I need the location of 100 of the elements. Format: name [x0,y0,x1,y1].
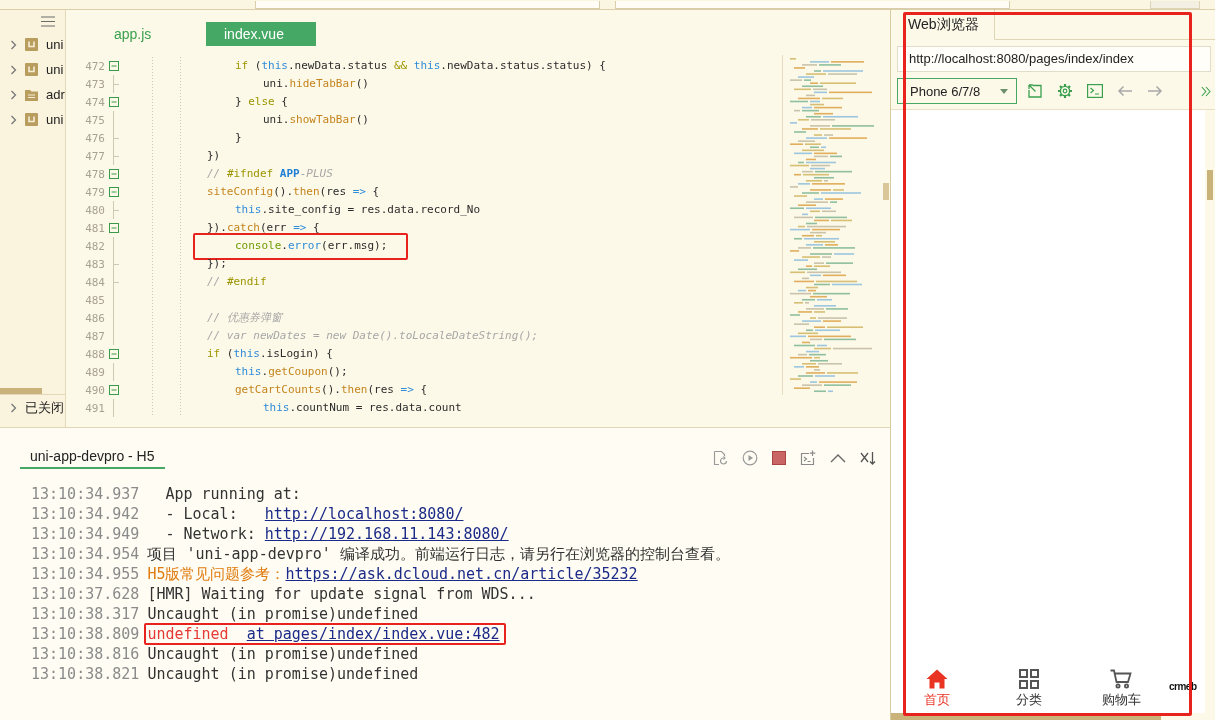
device-select[interactable]: Phone 6/7/8 [897,78,1017,104]
code-line: if (this.newData.status && this.newData.status.status) { [234,59,606,72]
log-time: 13:10:38.816 [31,644,140,664]
folder-icon [25,88,38,101]
chevron-right-icon[interactable] [10,39,17,50]
play-circle-icon[interactable] [742,449,758,466]
log-time: 13:10:38.821 [31,664,140,684]
line-number: 490 [84,383,105,397]
log-message: - Network: [164,524,257,544]
code-line: uni.showTabBar() [262,113,369,126]
log-link[interactable]: at pages/index/index.vue:482 [246,625,500,643]
scrollbar-thumb[interactable] [1207,170,1213,200]
log-link[interactable]: https://ask.dcloud.net.cn/article/35232 [285,564,638,584]
code-line: } else { [234,95,288,108]
log-time: 13:10:34.942 [31,504,140,524]
tab-bar-item[interactable]: 首页 [891,664,983,713]
fold-icon[interactable] [109,97,119,107]
chevron-up-icon[interactable] [830,452,846,463]
chevron-right-icon[interactable] [10,64,17,75]
line-number: 482 [84,239,105,253]
terminal-plus-icon[interactable] [800,449,816,466]
grid-icon [1019,669,1039,689]
chevron-right-icon[interactable] [10,89,17,100]
chevron-right-icon[interactable] [10,402,17,413]
log-message: - Local: [164,504,239,524]
code-line: } [234,131,242,144]
browser-tab[interactable]: Web浏览器 [891,10,995,40]
code-line: // #ifndef APP-PLUS [206,167,333,180]
settings-icon[interactable] [1057,83,1073,99]
line-number: 476 [84,131,105,145]
line-number: 484 [84,275,105,289]
terminal-icon[interactable] [1087,84,1103,98]
log-time: 13:10:38.809 [31,624,140,644]
log-time: 13:10:34.954 [31,544,140,564]
tree-item[interactable]: adr [0,82,65,107]
url-field[interactable]: http://localhost:8080/pages/index/index [897,46,1211,72]
chevron-right-icon[interactable] [10,114,17,125]
log-time: 13:10:34.937 [31,484,140,504]
code-line: }); [206,257,227,270]
box-arrow-icon[interactable] [1027,83,1043,99]
line-number: 485 [84,293,105,307]
log-time: 13:10:34.955 [31,564,140,584]
tree-item[interactable]: 已关闭 [0,395,65,420]
fold-icon[interactable] [109,223,119,233]
log-time: 13:10:37.628 [31,584,140,604]
fold-icon[interactable] [109,349,119,359]
line-number: 481 [84,221,105,235]
log-warning: H5版常见问题参考： [147,564,286,584]
project-icon [25,113,38,126]
console-tab[interactable]: uni-app-devpro - H5 [20,446,165,469]
refresh-document-icon[interactable] [712,449,728,466]
home-icon [926,669,948,689]
project-icon [25,63,38,76]
code-line: getCartCounts().then(res => { [234,383,428,396]
scrollbar-thumb[interactable] [883,183,889,200]
code-line: console.error(err.msg); [234,239,388,252]
tree-item[interactable]: uni [0,32,65,57]
fold-icon[interactable] [109,385,119,395]
line-number: 479 [84,185,105,199]
line-number: 474 [84,95,105,109]
log-link[interactable]: http://localhost:8080/ [264,504,464,524]
log-link[interactable]: http://192.168.11.143:8080/ [264,524,509,544]
line-number: 483 [84,257,105,271]
log-time: 13:10:38.317 [31,604,140,624]
line-number: 489 [84,365,105,379]
line-number: 478 [84,167,105,181]
tab-bar-item[interactable]: 购物车 [1075,664,1167,713]
code-line: siteConfig().then(res => { [206,185,380,198]
fold-icon[interactable] [109,169,119,179]
log-message: Uncaught (in promise)undefined [147,664,419,684]
tree-item[interactable]: uni [0,57,65,82]
address-field[interactable] [255,1,600,9]
code-line: if (this.isLogin) { [206,347,333,360]
menu-icon[interactable] [41,15,55,27]
line-number: 486 [84,311,105,325]
code-line: }) [206,149,221,162]
log-message: Uncaught (in promise)undefined [147,644,419,664]
tree-item[interactable]: uni [0,107,65,132]
line-number: 477 [84,149,105,163]
line-number: 473 [84,77,105,91]
scrollbar-thumb[interactable] [891,713,1161,720]
code-line: }).catch(err => { [206,221,320,234]
code-line: uni.hideTabBar() [262,77,369,90]
log-message: [HMR] Waiting for update signal from WDS... [147,584,536,604]
tab-bar-item[interactable]: 分类 [983,664,1075,713]
log-message: App running at: [164,484,301,504]
code-line: this.site_config = res.data.record_No [234,203,481,216]
log-message: 项目 'uni-app-devpro' 编译成功。前端运行日志，请另行在浏览器的控制台查看。 [147,544,730,564]
x-arrow-down-icon[interactable] [860,450,876,465]
fold-icon[interactable] [109,61,119,71]
project-icon [25,38,38,51]
cart-icon [1110,669,1132,689]
scrollbar-thumb[interactable] [0,388,42,394]
code-line: this.countNum = res.data.count [262,401,462,414]
stop-icon[interactable] [772,450,786,465]
line-number: 487 [84,329,105,343]
search-field[interactable] [615,1,1010,9]
fold-icon[interactable] [109,187,119,197]
double-chevron-icon[interactable] [1201,85,1211,97]
caret-icon [1000,88,1008,94]
